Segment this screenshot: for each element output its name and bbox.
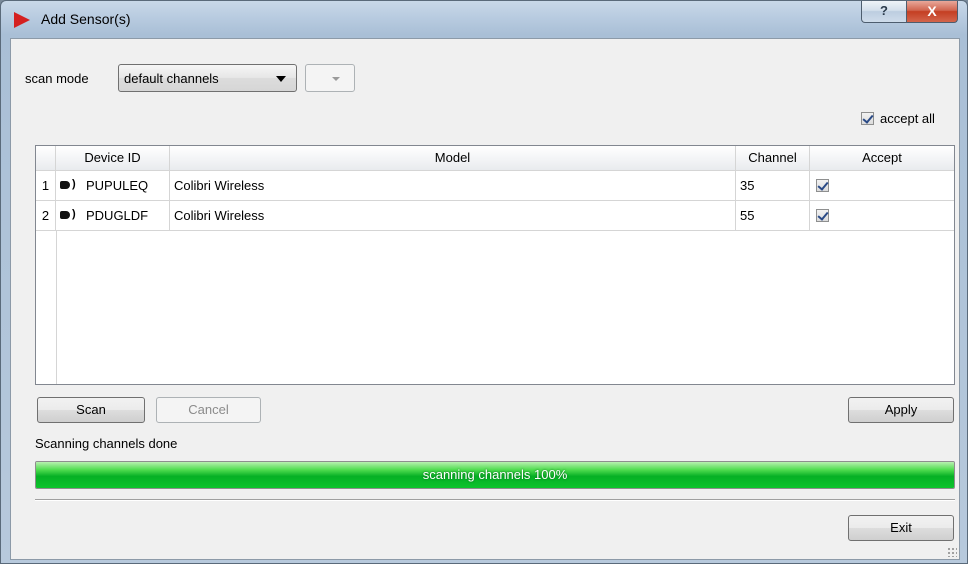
device-id: PUPULEQ — [86, 178, 149, 193]
column-header-device-id[interactable]: Device ID — [56, 146, 170, 170]
secondary-select[interactable] — [305, 64, 355, 92]
cancel-button[interactable]: Cancel — [156, 397, 261, 423]
model-cell: Colibri Wireless — [170, 171, 736, 200]
window-title: Add Sensor(s) — [41, 11, 131, 27]
sensor-table: Device ID Model Channel Accept 1 PUPULEQ… — [35, 145, 955, 385]
wireless-sensor-icon — [60, 200, 82, 229]
exit-button[interactable]: Exit — [848, 515, 954, 541]
row-number: 1 — [36, 171, 56, 200]
table-header: Device ID Model Channel Accept — [36, 146, 954, 171]
accept-cell — [810, 201, 954, 230]
help-icon: ? — [880, 3, 888, 18]
wireless-sensor-icon — [60, 170, 82, 199]
accept-cell — [810, 171, 954, 200]
device-id-cell: PDUGLDF — [56, 200, 170, 230]
row-number: 2 — [36, 201, 56, 230]
app-icon — [14, 12, 30, 28]
channel-cell: 35 — [736, 171, 810, 200]
resize-grip-icon[interactable] — [947, 547, 957, 557]
rownum-column-divider — [56, 231, 57, 384]
scan-mode-value: default channels — [124, 71, 219, 86]
accept-checkbox[interactable] — [816, 179, 829, 192]
accept-checkbox[interactable] — [816, 209, 829, 222]
device-id: PDUGLDF — [86, 208, 149, 223]
model-cell: Colibri Wireless — [170, 201, 736, 230]
title-bar[interactable]: Add Sensor(s) ? X — [1, 1, 967, 37]
scan-button[interactable]: Scan — [37, 397, 145, 423]
device-id-cell: PUPULEQ — [56, 170, 170, 200]
help-button[interactable]: ? — [861, 1, 907, 23]
divider — [35, 499, 955, 501]
status-text: Scanning channels done — [35, 436, 178, 451]
close-button[interactable]: X — [906, 1, 958, 23]
column-header-model[interactable]: Model — [170, 146, 736, 170]
channel-cell: 55 — [736, 201, 810, 230]
apply-button[interactable]: Apply — [848, 397, 954, 423]
scan-mode-select[interactable]: default channels — [118, 64, 297, 92]
rownum-header — [36, 146, 56, 170]
add-sensor-window: Add Sensor(s) ? X scan mode default chan… — [0, 0, 968, 564]
table-row[interactable]: 1 PUPULEQ Colibri Wireless 35 — [36, 170, 954, 201]
column-header-accept[interactable]: Accept — [810, 146, 954, 170]
progress-label: scanning channels 100% — [422, 467, 568, 482]
chevron-down-icon — [276, 76, 286, 82]
close-icon: X — [927, 3, 937, 19]
accept-all-checkbox[interactable] — [861, 112, 874, 125]
column-header-channel[interactable]: Channel — [736, 146, 810, 170]
chevron-down-icon — [332, 77, 340, 81]
dialog-body: scan mode default channels accept all De… — [10, 38, 960, 560]
scan-mode-label: scan mode — [25, 71, 89, 86]
table-row[interactable]: 2 PDUGLDF Colibri Wireless 55 — [36, 200, 954, 231]
accept-all-label: accept all — [880, 111, 935, 126]
scan-progress-bar: scanning channels 100% — [35, 461, 955, 489]
